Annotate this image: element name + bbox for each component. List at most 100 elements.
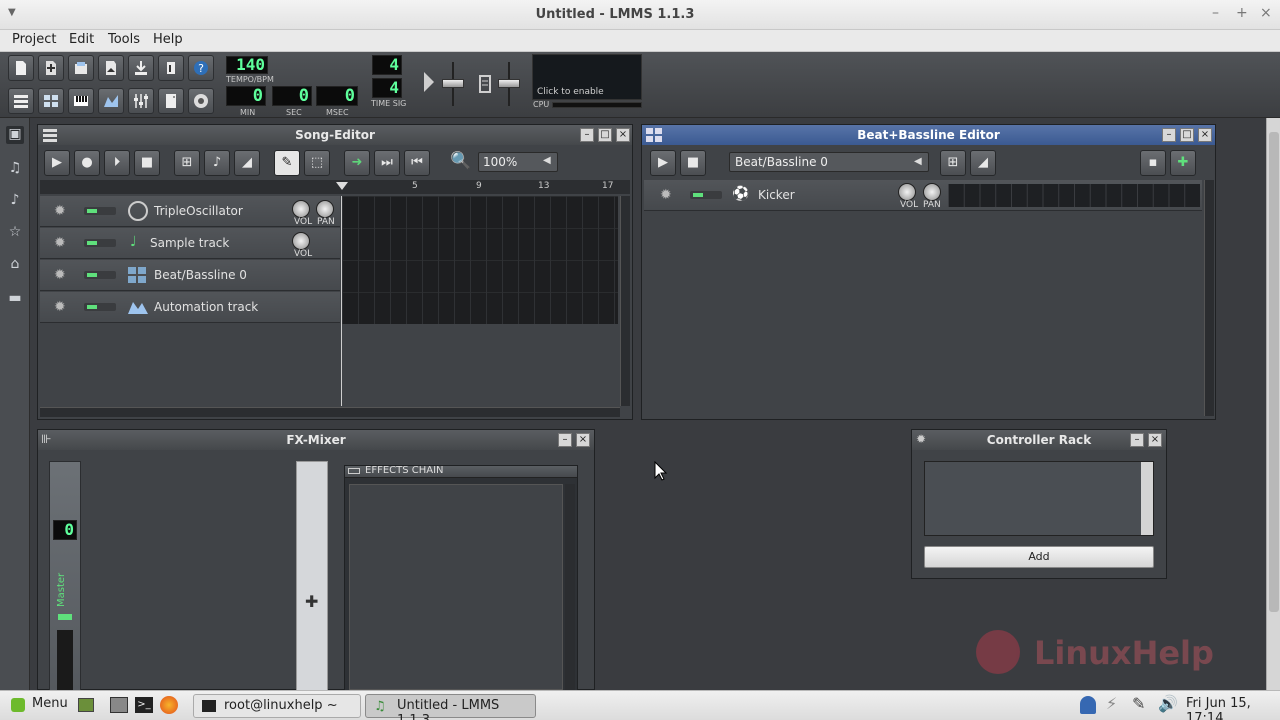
bb-editor-close-button[interactable]: ×	[1198, 128, 1212, 142]
track-name[interactable]: Sample track	[150, 236, 229, 250]
save-project-button[interactable]	[128, 55, 154, 81]
taskbar-item-lmms[interactable]: ♫ Untitled - LMMS 1.1.3	[365, 694, 536, 720]
piano-roll-button[interactable]	[68, 88, 94, 114]
track-name[interactable]: Beat/Bassline 0	[154, 268, 247, 282]
fx-mixer-close-button[interactable]: ×	[576, 433, 590, 447]
record-button[interactable]: ●	[74, 150, 100, 176]
add-automation-button[interactable]: ◢	[970, 150, 996, 176]
start-menu-label[interactable]: Menu	[32, 696, 68, 711]
song-editor-button[interactable]	[8, 88, 34, 114]
network-icon[interactable]: ⚡	[1106, 694, 1117, 713]
bb-editor-minimize-button[interactable]: –	[1162, 128, 1176, 142]
show-desktop-icon[interactable]	[78, 698, 94, 712]
add-automation-track-button[interactable]: ◢	[234, 150, 260, 176]
add-bb-track-button[interactable]: ⊞	[174, 150, 200, 176]
mute-toggle[interactable]	[84, 303, 116, 311]
open-project-button[interactable]	[68, 55, 94, 81]
song-editor-vscroll[interactable]	[620, 196, 630, 406]
gear-icon[interactable]: ✹	[54, 235, 66, 251]
taskbar-item-terminal[interactable]: root@linuxhelp ~	[193, 694, 361, 718]
mute-toggle[interactable]	[84, 207, 116, 215]
pan-knob[interactable]	[316, 200, 334, 218]
gear-icon[interactable]: ✹	[54, 203, 66, 219]
fx-mixer-button[interactable]	[128, 88, 154, 114]
master-mute-led[interactable]	[58, 614, 72, 620]
bb-stop-button[interactable]: ■	[680, 150, 706, 176]
track-name[interactable]: Kicker	[758, 188, 795, 202]
controller-rack-button[interactable]	[188, 88, 214, 114]
project-notes-button[interactable]	[158, 88, 184, 114]
volume-knob[interactable]	[292, 200, 310, 218]
master-pitch-handle[interactable]	[498, 79, 520, 88]
track-name[interactable]: Automation track	[154, 300, 258, 314]
controller-rack-minimize-button[interactable]: –	[1130, 433, 1144, 447]
timeline-ruler[interactable]: 5 9 13 17	[40, 180, 630, 194]
zoom-select[interactable]: 100% ◀	[478, 152, 558, 172]
song-editor-minimize-button[interactable]: –	[580, 128, 594, 142]
volume-icon[interactable]: 🔊	[1158, 694, 1178, 713]
mute-toggle[interactable]	[84, 271, 116, 279]
automation-editor-button[interactable]	[98, 88, 124, 114]
instrument-plugins-icon[interactable]: ▣	[6, 126, 24, 144]
export-button[interactable]	[158, 55, 184, 81]
song-editor-hscroll[interactable]	[40, 407, 620, 417]
bb-pattern-select[interactable]: Beat/Bassline 0 ◀	[729, 152, 929, 172]
time-sig-denominator[interactable]: 4	[372, 78, 402, 98]
terminal-icon[interactable]: >_	[135, 697, 153, 713]
step-sequencer[interactable]	[948, 184, 1200, 207]
fx-mixer-minimize-button[interactable]: –	[558, 433, 572, 447]
effects-chain-header[interactable]: EFFECTS CHAIN	[345, 465, 577, 478]
my-presets-icon[interactable]: ☆	[6, 224, 24, 242]
effects-scrollbar[interactable]	[565, 484, 575, 690]
track-name[interactable]: TripleOscillator	[154, 204, 243, 218]
new-from-template-button[interactable]	[38, 55, 64, 81]
bb-editor-vscroll[interactable]	[1204, 180, 1214, 416]
play-button[interactable]: ▶	[44, 150, 70, 176]
add-controller-button[interactable]: Add	[924, 546, 1154, 568]
stop-behaviour-button[interactable]: ⏮	[404, 150, 430, 176]
track-row[interactable]: ✹ TripleOscillator VOL PAN	[40, 196, 340, 227]
add-sample-track-button[interactable]: ♪	[204, 150, 230, 176]
auto-scroll-button[interactable]: ➜	[344, 150, 370, 176]
gear-icon[interactable]: ✹	[54, 299, 66, 315]
controller-scrollbar[interactable]	[1141, 462, 1153, 535]
new-project-button[interactable]	[8, 55, 34, 81]
firefox-icon[interactable]	[160, 696, 178, 714]
stop-button[interactable]: ■	[134, 150, 160, 176]
remove-steps-button[interactable]: ▪	[1140, 150, 1166, 176]
bb-track-row[interactable]: ✹ ⚽ Kicker VOL PAN	[644, 180, 1202, 211]
bb-editor-maximize-button[interactable]: □	[1180, 128, 1194, 142]
my-home-icon[interactable]: ⌂	[6, 256, 24, 274]
effects-list[interactable]	[349, 484, 563, 690]
my-projects-icon[interactable]: ♫	[6, 160, 24, 178]
add-bb-button[interactable]: ⊞	[940, 150, 966, 176]
song-pattern-grid[interactable]	[342, 196, 618, 324]
time-sig-numerator[interactable]: 4	[372, 55, 402, 75]
master-fader[interactable]	[57, 630, 73, 690]
volume-knob[interactable]	[292, 232, 310, 250]
bb-editor-button[interactable]	[38, 88, 64, 114]
master-channel-strip[interactable]: 0 Master	[49, 461, 81, 691]
edit-mode-button[interactable]: ⬚	[304, 150, 330, 176]
file-manager-icon[interactable]	[110, 697, 128, 713]
playhead-marker-icon[interactable]	[336, 182, 348, 192]
draw-mode-button[interactable]: ✎	[274, 150, 300, 176]
workspace-scroll-thumb[interactable]	[1269, 132, 1279, 612]
maximize-icon[interactable]: +	[1236, 5, 1248, 21]
song-editor-close-button[interactable]: ×	[616, 128, 630, 142]
pan-knob[interactable]	[923, 183, 941, 201]
loop-points-button[interactable]: ⏭	[374, 150, 400, 176]
song-editor-maximize-button[interactable]: □	[598, 128, 612, 142]
menu-tools[interactable]: Tools	[108, 32, 140, 47]
whats-this-button[interactable]: ?	[188, 55, 214, 81]
my-samples-icon[interactable]: ♪	[6, 192, 24, 210]
close-icon[interactable]: ×	[1260, 5, 1272, 21]
tempo-display[interactable]: 140	[226, 56, 268, 74]
mint-menu-icon[interactable]	[11, 698, 25, 712]
track-row[interactable]: ✹ Automation track	[40, 292, 340, 323]
pen-icon[interactable]: ✎	[1132, 694, 1145, 713]
shield-icon[interactable]	[1080, 696, 1096, 714]
menu-project[interactable]: Project	[12, 32, 56, 47]
menu-help[interactable]: Help	[153, 32, 183, 47]
master-volume-handle[interactable]	[442, 79, 464, 88]
